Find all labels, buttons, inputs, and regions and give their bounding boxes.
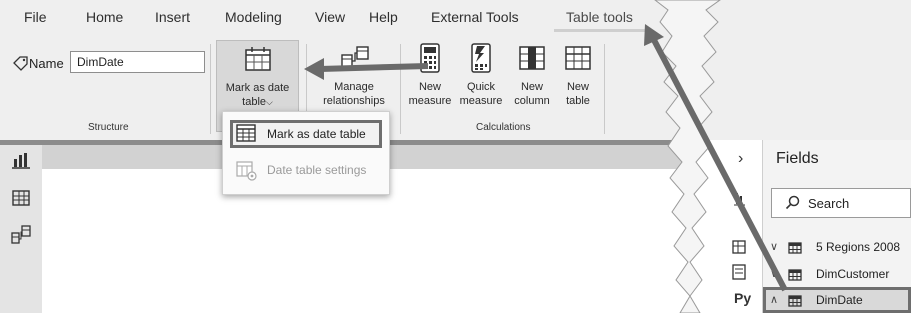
new-table-line2: table xyxy=(566,95,590,107)
data-view-icon[interactable] xyxy=(11,189,31,207)
search-placeholder: Search xyxy=(808,196,850,211)
ribbon-background-right xyxy=(655,38,911,140)
field-table-dimcustomer[interactable]: ∨ DimCustomer xyxy=(767,263,911,287)
search-icon xyxy=(785,195,800,210)
mark-as-date-line1: Mark as date xyxy=(225,82,290,94)
new-column-line2: column xyxy=(514,95,550,107)
chevron-down-icon: ⌵ xyxy=(266,97,273,107)
new-measure-button[interactable]: New measure xyxy=(404,40,456,120)
tab-table-tools[interactable]: Table tools xyxy=(566,9,633,25)
calculations-group-label: Calculations xyxy=(476,122,531,133)
tab-modeling[interactable]: Modeling xyxy=(225,9,282,25)
calculator-icon xyxy=(420,43,440,73)
table-icon xyxy=(788,269,802,281)
pane-gap xyxy=(682,140,762,313)
new-table-button[interactable]: New table xyxy=(556,40,600,120)
structure-group-label: Structure xyxy=(88,122,129,133)
column-icon xyxy=(519,46,545,70)
new-table-line1: New xyxy=(566,81,589,93)
table-name: DimCustomer xyxy=(816,267,890,281)
manage-relationships-button[interactable]: Manage relationships xyxy=(312,40,396,120)
view-switcher-rail xyxy=(0,145,42,313)
tab-home[interactable]: Home xyxy=(86,9,123,25)
manage-relationships-line1: Manage xyxy=(334,81,374,93)
chevron-down-icon: ∨ xyxy=(770,268,779,280)
date-table-settings-icon xyxy=(236,161,257,181)
python-visual-icon[interactable]: Py xyxy=(734,290,751,306)
tab-external-tools[interactable]: External Tools xyxy=(431,9,519,25)
collapse-pane-chevron-icon[interactable]: › xyxy=(738,150,743,168)
report-view-icon[interactable] xyxy=(11,151,31,169)
active-tab-indicator xyxy=(554,29,648,32)
tab-file[interactable]: File xyxy=(24,9,47,25)
table-name: DimDate xyxy=(816,293,863,307)
tab-view[interactable]: View xyxy=(315,9,345,25)
new-measure-line2: measure xyxy=(408,95,452,107)
quick-measure-line1: Quick xyxy=(466,81,496,93)
fields-pane-title: Fields xyxy=(776,150,819,167)
new-column-line1: New xyxy=(520,81,543,93)
quick-calculator-icon xyxy=(471,43,491,73)
group-separator xyxy=(604,44,605,134)
new-measure-line1: New xyxy=(418,81,441,93)
model-view-icon[interactable] xyxy=(11,225,31,245)
table-icon xyxy=(788,295,802,307)
pane-chart-icon[interactable] xyxy=(732,190,746,206)
chevron-down-icon: ∨ xyxy=(770,241,779,253)
new-column-button[interactable]: New column xyxy=(508,40,556,120)
tab-help[interactable]: Help xyxy=(369,9,398,25)
pane-format-icon[interactable] xyxy=(732,264,746,280)
quick-measure-line2: measure xyxy=(459,95,503,107)
table-icon xyxy=(788,242,802,254)
table-name: 5 Regions 2008 xyxy=(816,240,901,254)
mark-date-table-icon xyxy=(236,124,256,142)
tag-icon xyxy=(13,56,28,71)
menu-item-mark-label: Mark as date table xyxy=(267,127,366,141)
table-name-input[interactable] xyxy=(70,51,205,73)
menu-item-date-table-settings: Date table settings xyxy=(267,163,367,177)
tab-insert[interactable]: Insert xyxy=(155,9,190,25)
field-table-dimdate[interactable]: ∧ DimDate xyxy=(767,289,911,313)
menu-bar: File Home Insert Modeling View Help Exte… xyxy=(0,0,911,38)
quick-measure-button[interactable]: Quick measure xyxy=(456,40,506,120)
manage-relationships-line2: relationships xyxy=(323,95,385,107)
group-separator xyxy=(210,44,211,134)
mark-as-date-line2: table xyxy=(242,96,267,108)
name-label: Name xyxy=(29,56,64,71)
group-separator xyxy=(400,44,401,134)
table-icon xyxy=(565,46,591,70)
chevron-up-icon: ∧ xyxy=(770,294,779,306)
pane-table-icon[interactable] xyxy=(732,240,746,254)
calendar-icon xyxy=(245,47,271,71)
field-table-5-regions[interactable]: ∨ 5 Regions 2008 xyxy=(767,236,911,260)
relationships-icon xyxy=(341,46,369,68)
